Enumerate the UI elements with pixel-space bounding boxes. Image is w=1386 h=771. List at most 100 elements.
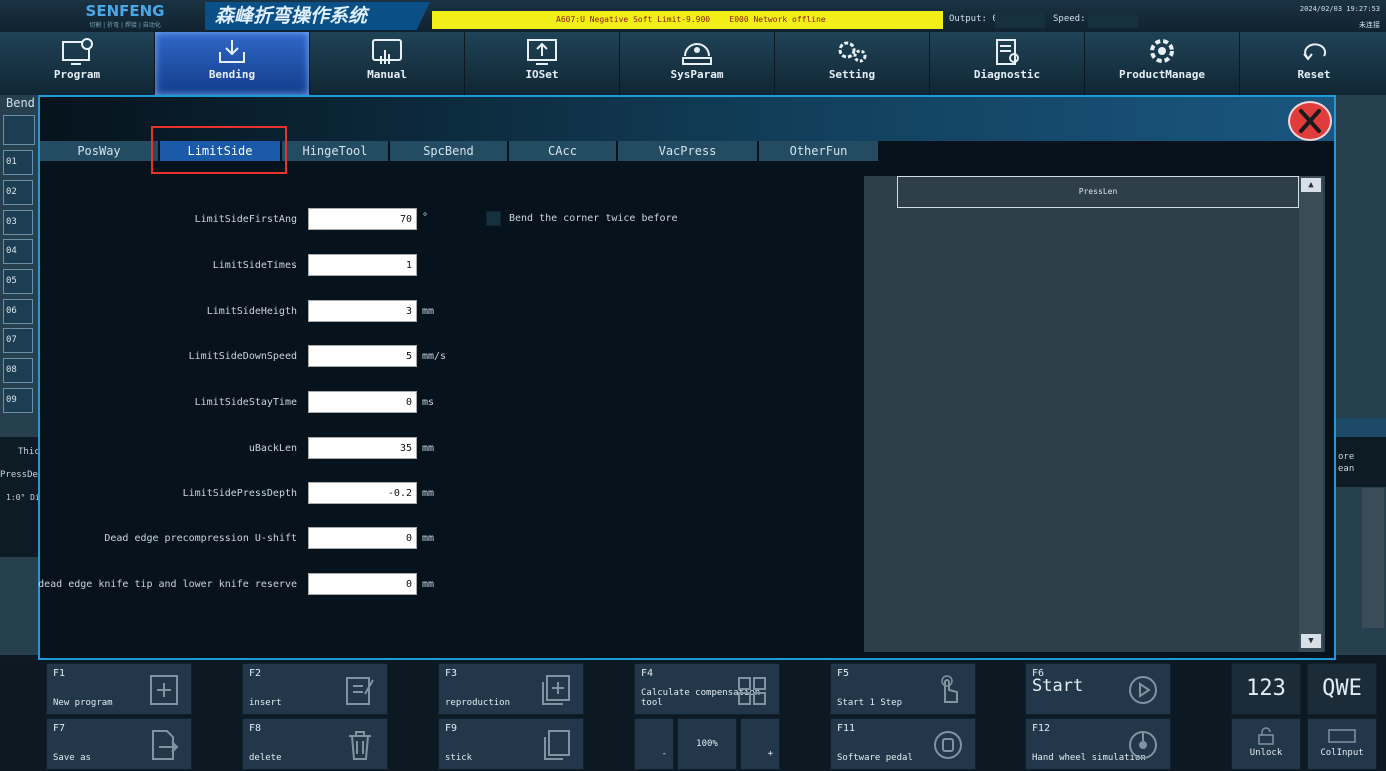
param-unit-reserve: mm [422,579,435,590]
f9-key: F9 [445,723,458,734]
param-label-downspeed: LimitSideDownSpeed [188,351,297,362]
f2-insert-button[interactable]: F2 insert [242,663,388,715]
f5-label: Start 1 Step [837,698,903,708]
f1-key: F1 [53,668,66,679]
right-info-panel [1336,437,1386,487]
tab-highlight-frame [151,126,287,174]
f4-compensation-button[interactable]: F4 Calculate compensation tool [634,663,780,715]
f12-key: F12 [1032,723,1051,734]
monitor-gear-icon [0,32,154,68]
numeric-keyboard-button[interactable]: 123 [1231,663,1301,715]
nav-reset[interactable]: Reset [1240,32,1386,95]
presslen-scrollbar[interactable]: ▲ ▼ [1299,176,1323,652]
tab-posway[interactable]: PosWay [40,141,158,161]
param-label-times: LimitSideTimes [212,260,297,271]
qwerty-keyboard-button[interactable]: QWE [1307,663,1377,715]
f3-label: reproduction [445,698,511,708]
tab-spcbend[interactable]: SpcBend [390,141,507,161]
param-input-height[interactable]: 3 [308,300,417,322]
zoom-minus-button[interactable]: - [634,718,674,770]
diagnostic-doc-icon [930,32,1084,68]
gears-icon [775,32,929,68]
nav-bending[interactable]: Bending [155,32,310,95]
trash-icon [349,731,371,760]
pedal-icon [934,731,962,759]
close-button[interactable] [1288,101,1332,141]
nav-manual[interactable]: Manual [310,32,465,95]
f8-delete-button[interactable]: F8 delete [242,718,388,770]
nav-manual-label: Manual [367,68,407,81]
bend-twice-checkbox[interactable] [486,211,501,226]
zoom-plus-label: + [767,749,773,759]
calculator-grid-icon [738,677,766,705]
zoom-value: 100% [677,718,737,770]
unlock-button[interactable]: Unlock [1231,718,1301,770]
f6-start-button[interactable]: F6 Start [1025,663,1171,715]
f9-stick-button[interactable]: F9 stick [438,718,584,770]
param-input-times[interactable]: 1 [308,254,417,276]
param-unit-ushift: mm [422,533,435,544]
param-input-reserve[interactable]: 0 [308,573,417,595]
row-05[interactable]: 05 [3,269,33,294]
nav-program[interactable]: Program [0,32,155,95]
param-unit-ubacklen: mm [422,443,435,454]
tab-vacpress[interactable]: VacPress [618,141,757,161]
f11-software-pedal-button[interactable]: F11 Software pedal [830,718,976,770]
output-label: Output: 0 [949,14,998,24]
bend-label: Bend [6,96,35,110]
right-scrollbar[interactable] [1362,488,1384,628]
nav-setting[interactable]: Setting [775,32,930,95]
param-input-ushift[interactable]: 0 [308,527,417,549]
param-unit-staytime: ms [422,397,435,408]
product-gear-icon [1085,32,1239,68]
f11-label: Software pedal [837,753,913,763]
manual-hand-icon [310,32,464,68]
f3-reproduction-button[interactable]: F3 reproduction [438,663,584,715]
scroll-down-icon[interactable]: ▼ [1301,634,1321,648]
f6-label: Start [1032,676,1084,696]
f4-key: F4 [641,668,654,679]
nav-sysparam-label: SysParam [670,68,724,81]
row-07[interactable]: 07 [3,328,33,353]
nav-ioset[interactable]: IOSet [465,32,620,95]
function-bar-line [38,658,1280,660]
row-01[interactable]: 01 [3,150,33,175]
f11-key: F11 [837,723,856,734]
nav-program-label: Program [53,68,101,81]
right-header-strip [1336,418,1386,438]
colinput-button[interactable]: ColInput [1307,718,1377,770]
zoom-plus-button[interactable]: + [740,718,780,770]
row-02[interactable]: 02 [3,180,33,205]
param-input-ubacklen[interactable]: 35 [308,437,417,459]
touch-hand-icon [941,675,958,703]
param-unit-firstang: ° [422,212,429,223]
right-text-2: ean [1338,464,1355,474]
nav-diagnostic-label: Diagnostic [973,68,1041,81]
nav-productmanage[interactable]: ProductManage [1085,32,1240,95]
f5-start-1-step-button[interactable]: F5 Start 1 Step [830,663,976,715]
tab-otherfun[interactable]: OtherFun [759,141,878,161]
param-input-firstang[interactable]: 70 [308,208,417,230]
nav-diagnostic[interactable]: Diagnostic [930,32,1085,95]
param-input-staytime[interactable]: 0 [308,391,417,413]
param-input-downspeed[interactable]: 5 [308,345,417,367]
f8-key: F8 [249,723,262,734]
tab-hingetool[interactable]: HingeTool [282,141,388,161]
tab-cacc[interactable]: CAcc [509,141,616,161]
right-text-1: ore [1338,452,1355,462]
param-input-pressdepth[interactable]: -0.2 [308,482,417,504]
scroll-up-icon[interactable]: ▲ [1301,178,1321,192]
nav-reset-label: Reset [1297,68,1331,81]
system-title: 森峰折弯操作系统 [205,2,430,30]
nav-sysparam[interactable]: SysParam [620,32,775,95]
param-label-staytime: LimitSideStayTime [194,397,297,408]
f1-new-program-button[interactable]: F1 New program [46,663,192,715]
param-label-pressdepth: LimitSidePressDepth [182,488,297,499]
pressdepth-text: PressDe [0,470,38,480]
param-label-height: LimitSideHeigth [206,306,297,317]
sysparam-icon [620,32,774,68]
param-unit-pressdepth: mm [422,488,435,499]
f12-hand-wheel-button[interactable]: F12 Hand wheel simulation [1025,718,1171,770]
f7-save-as-button[interactable]: F7 Save as [46,718,192,770]
paste-icon [544,730,570,760]
